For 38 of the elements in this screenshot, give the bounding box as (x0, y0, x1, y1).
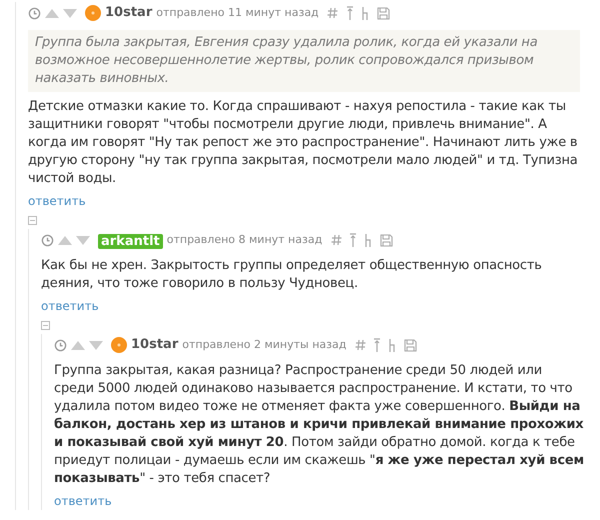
comment-text: Как бы не хрен. Закрытость группы определяет общественную опасность деяния, что тоже говорило в пользу Чудновец. (41, 257, 543, 293)
post-time: отправлено 11 минут назад (156, 4, 319, 21)
arrow-up-icon[interactable] (346, 6, 354, 20)
branch-icon[interactable] (388, 338, 398, 352)
hash-icon[interactable] (330, 233, 342, 247)
downvote-icon[interactable] (63, 8, 77, 18)
arrow-up-icon[interactable] (349, 233, 358, 247)
hash-icon[interactable] (326, 6, 339, 20)
post-time: отправлено 8 минут назад (166, 232, 322, 248)
upvote-icon[interactable] (45, 8, 59, 18)
comment-text: Детские отмазки какие то. Когда спрашивают - нахуя репостила - такие как ты защитники говорят "чтобы посмотрели другие люди, привлечь внимание". А когда им говорят "Ну так репост же это распространение". Начинают лить уже в другую сторону "ну так группа закрытая, посмотрели мало людей" и тд. Тупизна чистой воды. (28, 98, 579, 188)
hash-icon[interactable] (354, 338, 366, 352)
comment-text: Группа закрытая, какая разница? Распространение среди 50 людей или среди 5000 людей одинаково называется распространение. И кстати, то что удалила потом видео тоже не отменяет факта уже совершенного. Выйди на балкон, достань хер из штанов и кричи привлекай внимание прохожих и показывай свой хуй минут 20. Потом зайди обратно домой. когда к тебе приедут полицаи - думаешь если им скажешь "я же уже перестал хуй всем показывать" - это тебя спасет? (54, 362, 585, 488)
downvote-icon[interactable] (76, 236, 90, 244)
save-icon[interactable] (404, 338, 418, 352)
username[interactable]: 10star (131, 335, 178, 355)
clock-icon[interactable] (28, 6, 41, 20)
save-icon[interactable] (380, 234, 394, 246)
reply-link[interactable]: ответить (28, 192, 86, 210)
upvote-icon[interactable] (71, 340, 85, 350)
save-icon[interactable] (376, 6, 390, 20)
avatar-icon (111, 337, 127, 353)
username-badge[interactable]: arkantlt (98, 234, 163, 249)
downvote-icon[interactable] (89, 340, 103, 350)
reply-link[interactable]: ответить (41, 297, 99, 315)
quote: Группа была закрытая, Евгения сразу удалила ролик, когда ей указали на возможное несовершеннолетие жертвы, ролик сопровождался призывом наказать виновных. (28, 30, 580, 92)
clock-icon[interactable] (54, 338, 67, 352)
clock-icon[interactable] (41, 234, 54, 246)
post-time: отправлено 2 минуты назад (182, 336, 346, 353)
branch-icon[interactable] (360, 6, 370, 20)
username[interactable]: 10star (105, 3, 152, 23)
reply-link[interactable]: ответить (54, 492, 112, 510)
branch-icon[interactable] (364, 233, 374, 247)
arrow-up-icon[interactable] (373, 338, 382, 352)
upvote-icon[interactable] (58, 236, 72, 244)
collapse-icon[interactable] (28, 216, 37, 225)
collapse-icon[interactable] (41, 321, 50, 330)
avatar-icon (85, 5, 101, 21)
